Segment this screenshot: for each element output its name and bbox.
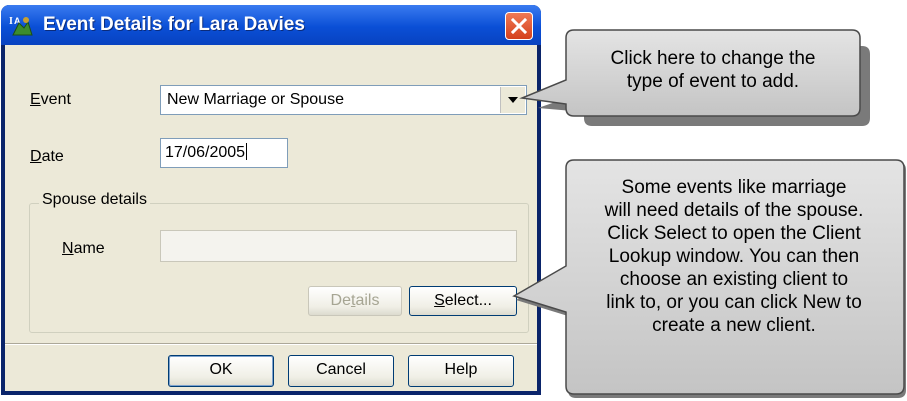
event-callout-text: Click here to change the type of event t…	[570, 47, 856, 93]
spouse-callout-line: link to, or you can click New to	[606, 292, 862, 313]
cancel-button[interactable]: Cancel	[288, 355, 394, 387]
footer-divider	[5, 343, 537, 345]
spouse-callout-line: create a new client.	[652, 315, 816, 336]
svg-text:I: I	[9, 16, 13, 27]
app-icon: I A	[9, 16, 33, 36]
details-button[interactable]: Details	[308, 286, 402, 316]
spouse-name-field[interactable]	[160, 230, 517, 262]
spouse-callout-line: Lookup window. You can then	[608, 246, 860, 267]
dialog-body: Event New Marriage or Spouse Date 17/06/…	[5, 45, 537, 391]
spouse-details-title: Spouse details	[39, 191, 150, 209]
spouse-callout-line: Some events like marriage	[621, 177, 847, 198]
date-field[interactable]: 17/06/2005	[160, 138, 288, 168]
date-label: Date	[30, 148, 64, 165]
dialog-title: Event Details for Lara Davies	[43, 14, 305, 35]
event-type-dropdown[interactable]: New Marriage or Spouse	[160, 85, 527, 115]
text-caret	[246, 143, 248, 160]
event-callout-line: type of event to add.	[626, 71, 800, 92]
spouse-callout-text: Some events like marriage will need deta…	[566, 176, 902, 337]
title-bar[interactable]: I A Event Details for Lara Davies	[1, 5, 541, 45]
spouse-callout-line: will need details of the spouse.	[604, 200, 864, 221]
date-value: 17/06/2005	[165, 144, 246, 161]
event-details-dialog: I A Event Details for Lara Davies Event …	[1, 5, 541, 395]
ok-button[interactable]: OK	[168, 355, 274, 387]
help-button[interactable]: Help	[408, 355, 514, 387]
event-type-value: New Marriage or Spouse	[167, 91, 344, 108]
spouse-callout-line: Click Select to open the Client	[607, 223, 861, 244]
event-label: Event	[30, 91, 71, 108]
event-callout-line: Click here to change the	[610, 48, 816, 69]
name-label: Name	[62, 240, 105, 257]
spouse-callout-line: choose an existing client to	[619, 269, 849, 290]
